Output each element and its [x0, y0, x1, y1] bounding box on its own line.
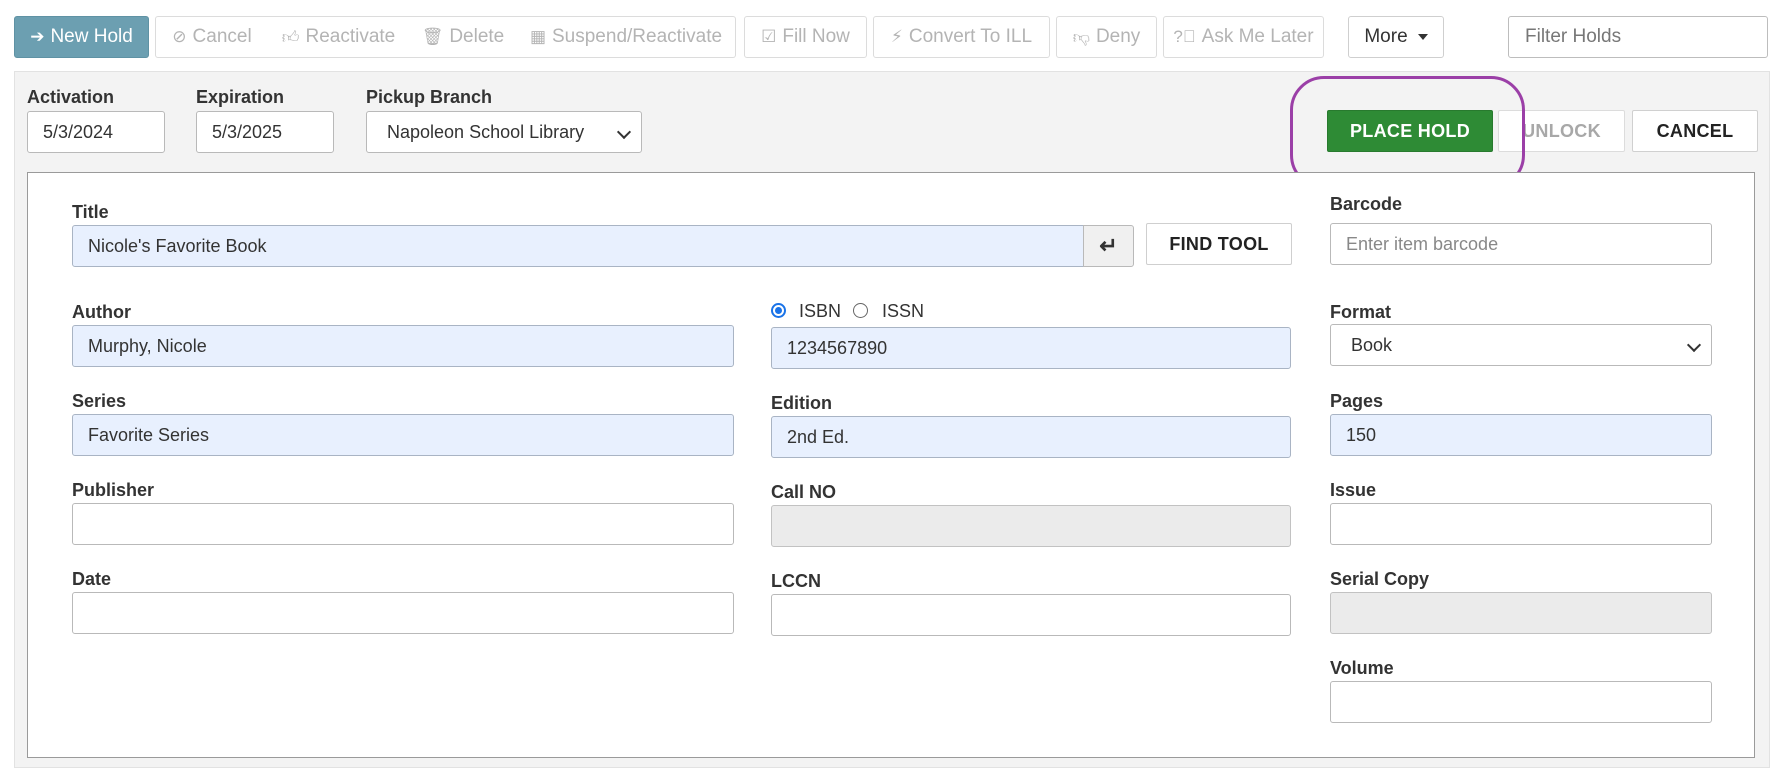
call-no-input [771, 505, 1291, 547]
more-dropdown-button[interactable]: More [1348, 16, 1444, 58]
serial-copy-label: Serial Copy [1330, 569, 1430, 589]
thumbs-up-icon: 👍︎ [281, 27, 300, 47]
question-circle-icon: ?⃝ [1173, 27, 1196, 46]
reactivate-button[interactable]: 👍︎ Reactivate [268, 16, 410, 58]
chevron-down-icon [616, 124, 632, 140]
return-arrow-icon: ↵ [1099, 233, 1118, 258]
format-label: Format [1330, 302, 1392, 322]
more-label: More [1364, 26, 1408, 47]
new-hold-label: New Hold [50, 26, 133, 47]
thumbs-down-icon: 👎︎ [1072, 27, 1090, 47]
date-label: Date [72, 569, 112, 589]
sign-in-icon: ➔ [30, 27, 45, 46]
isbn-radio[interactable] [771, 303, 786, 318]
issn-radio-label: ISSN [882, 301, 925, 321]
author-input[interactable]: Murphy, Nicole [72, 325, 734, 367]
expiration-date-input[interactable]: 5/3/2025 [196, 111, 334, 153]
title-input[interactable]: Nicole's Favorite Book [72, 225, 1084, 267]
fill-now-button[interactable]: ☑ Fill Now [744, 16, 867, 58]
convert-to-ill-button[interactable]: ⚡︎ Convert To ILL [873, 16, 1050, 58]
new-hold-button[interactable]: ➔ New Hold [14, 16, 149, 58]
issue-input[interactable] [1330, 503, 1712, 545]
volume-input[interactable] [1330, 681, 1712, 723]
author-label: Author [72, 302, 131, 322]
check-square-icon: ☑ [761, 27, 777, 46]
lccn-label: LCCN [771, 571, 821, 591]
ask-me-later-label: Ask Me Later [1201, 26, 1314, 47]
pages-input[interactable]: 150 [1330, 414, 1712, 456]
pages-label: Pages [1330, 391, 1384, 411]
enter-button[interactable]: ↵ [1083, 225, 1134, 267]
pickup-branch-label: Pickup Branch [366, 87, 493, 107]
deny-label: Deny [1095, 26, 1141, 47]
delete-label: Delete [449, 26, 505, 47]
volume-label: Volume [1330, 658, 1394, 678]
series-input[interactable]: Favorite Series [72, 414, 734, 456]
suspend-reactivate-button[interactable]: ▦ Suspend/Reactivate [517, 16, 736, 58]
suspend-reactivate-label: Suspend/Reactivate [552, 26, 723, 47]
delete-button[interactable]: 🗑︎ Delete [409, 16, 518, 58]
place-hold-button[interactable]: PLACE HOLD [1327, 110, 1493, 152]
date-input[interactable] [72, 592, 734, 634]
ask-me-later-button[interactable]: ?⃝ Ask Me Later [1163, 16, 1324, 58]
ban-icon: ⊘ [172, 27, 187, 46]
pickup-branch-value: Napoleon School Library [387, 121, 585, 142]
reactivate-label: Reactivate [305, 26, 396, 47]
call-no-label: Call NO [771, 482, 837, 502]
publisher-input[interactable] [72, 503, 734, 545]
issue-label: Issue [1330, 480, 1377, 500]
activation-date-input[interactable]: 5/3/2024 [27, 111, 165, 153]
caret-down-icon [1417, 34, 1428, 40]
issn-radio[interactable] [853, 303, 868, 318]
expiration-label: Expiration [196, 87, 285, 107]
find-tool-button[interactable]: FIND TOOL [1146, 223, 1292, 265]
cancel-hold-button[interactable]: ⊘ Cancel [155, 16, 269, 58]
calendar-icon: ▦ [529, 27, 546, 46]
barcode-label: Barcode [1330, 194, 1403, 214]
barcode-input[interactable]: Enter item barcode [1330, 223, 1712, 265]
fill-now-label: Fill Now [782, 26, 850, 47]
filter-holds-input[interactable] [1508, 16, 1768, 58]
cancel-button[interactable]: CANCEL [1632, 110, 1758, 152]
publisher-label: Publisher [72, 480, 155, 500]
serial-copy-input [1330, 592, 1712, 634]
lccn-input[interactable] [771, 594, 1291, 636]
deny-button[interactable]: 👎︎ Deny [1056, 16, 1157, 58]
edition-label: Edition [771, 393, 832, 413]
activation-label: Activation [27, 87, 115, 107]
isbn-input[interactable]: 1234567890 [771, 327, 1291, 369]
bolt-icon: ⚡︎ [890, 27, 903, 46]
series-label: Series [72, 391, 127, 411]
trash-icon: 🗑︎ [421, 27, 444, 46]
chevron-down-icon [1686, 337, 1702, 353]
pickup-branch-select[interactable]: Napoleon School Library [366, 111, 642, 153]
isbn-radio-label: ISBN [799, 301, 842, 321]
format-value: Book [1351, 334, 1393, 355]
title-label: Title [72, 202, 109, 222]
edition-input[interactable]: 2nd Ed. [771, 416, 1291, 458]
convert-to-ill-label: Convert To ILL [908, 26, 1033, 47]
cancel-hold-label: Cancel [192, 26, 252, 47]
format-select[interactable]: Book [1330, 324, 1712, 366]
unlock-button[interactable]: UNLOCK [1498, 110, 1625, 152]
